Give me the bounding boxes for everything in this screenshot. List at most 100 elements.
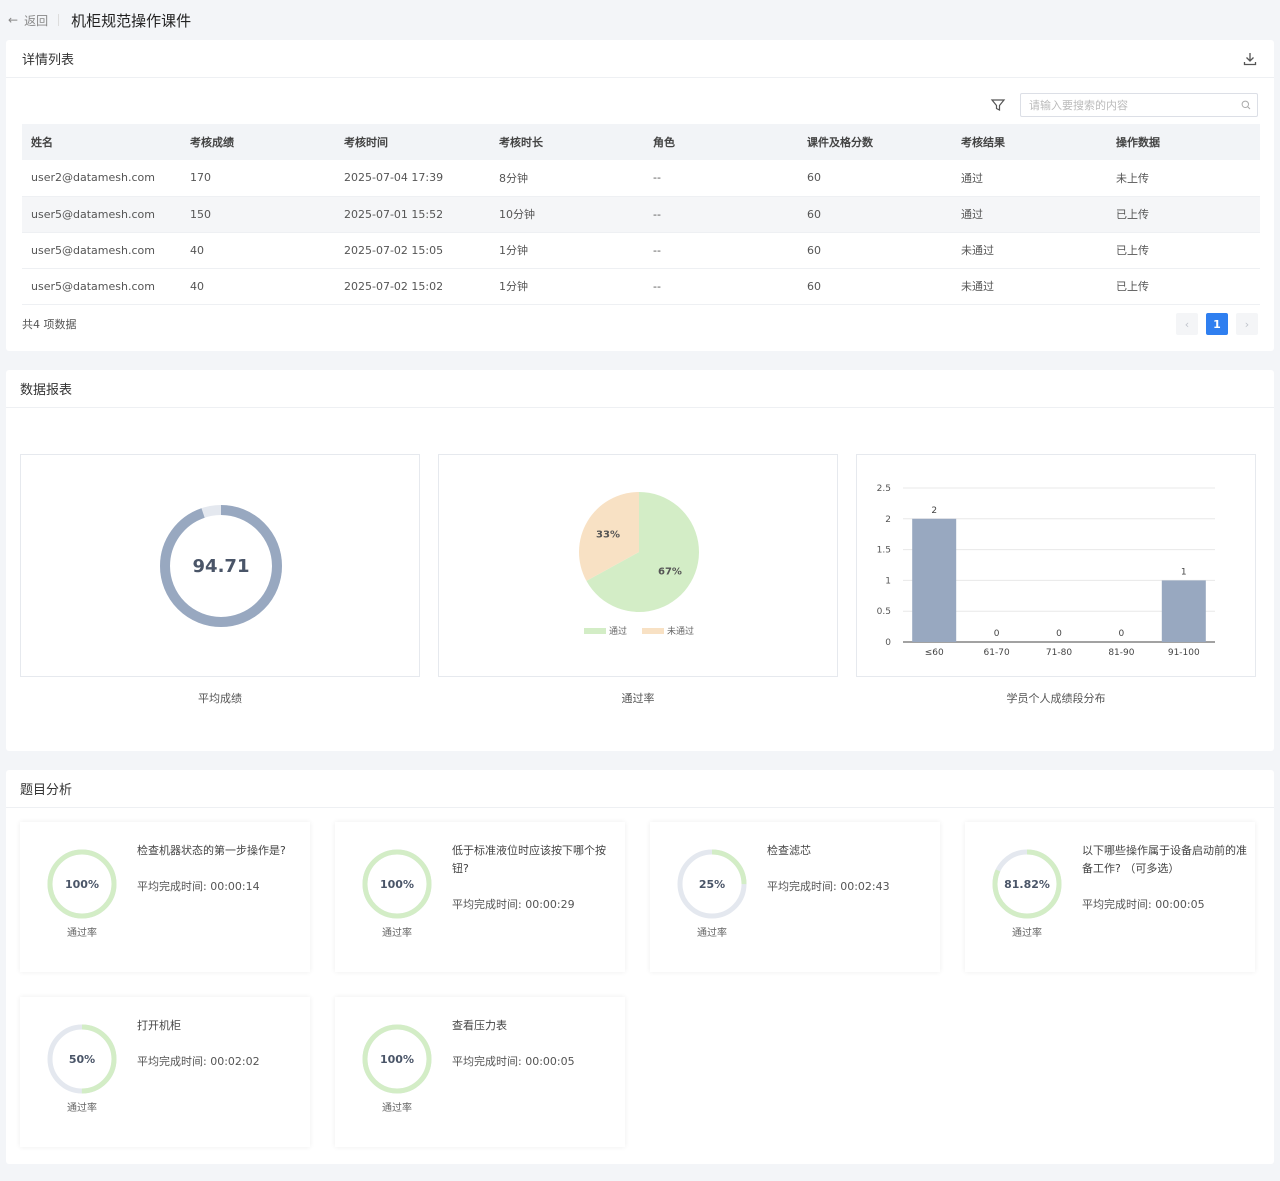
y-tick-label: 0.5 [877, 607, 891, 617]
table-cell: 已上传 [1107, 232, 1260, 269]
bar-value-label: 0 [1119, 629, 1125, 639]
column-header: 考核结果 [952, 124, 1107, 160]
table-cell: 40 [181, 232, 335, 269]
pass-rate-label: 通过率 [697, 928, 727, 939]
pie-label-pass: 67% [658, 566, 682, 577]
table-cell: 170 [181, 160, 335, 197]
table-cell: 40 [181, 268, 335, 305]
table-row[interactable]: user5@datamesh.com 150 2025-07-01 15:52 10分… [22, 196, 1260, 233]
download-icon[interactable] [1242, 51, 1258, 67]
y-tick-label: 1 [885, 576, 891, 586]
pagination: ‹ 1 › [1168, 313, 1258, 335]
search-box [1020, 93, 1258, 117]
y-tick-label: 2.5 [877, 484, 891, 494]
score-distribution-chart: 0 0.5 1 1.5 2 2.5 2 ≤60 0 61-70 0 71-80 0 81-90 1 91-10… [877, 484, 1215, 658]
question-title: 以下哪些操作属于设备启动前的准备工作? （可多选） [1082, 844, 1247, 875]
page-1-button[interactable]: 1 [1206, 313, 1228, 335]
question-title: 检查滤芯 [767, 844, 811, 857]
column-header: 角色 [644, 124, 798, 160]
bar-value-label: 0 [1056, 629, 1062, 639]
table-row[interactable]: user5@datamesh.com 40 2025-07-02 15:02 1分钟 -… [22, 268, 1260, 305]
table-cell: 150 [181, 196, 335, 233]
pass-rate-ring: 81.82% [992, 849, 1062, 919]
question-card[interactable]: 100% 通过率 检查机器状态的第一步操作是? 平均完成时间: 00:00:14 [20, 822, 310, 972]
arrow-left-icon: ← [8, 13, 19, 27]
question-title: 查看压力表 [452, 1019, 507, 1032]
table-cell: user5@datamesh.com [22, 232, 181, 269]
pass-rate-value: 100% [380, 1053, 414, 1066]
avg-completion-time: 平均完成时间: 00:02:43 [767, 880, 890, 893]
score-distribution-panel: 0 0.5 1 1.5 2 2.5 2 ≤60 0 61-70 0 71-80 0 81-90 1 91-10… [856, 454, 1256, 677]
column-header: 考核成绩 [181, 124, 335, 160]
back-button[interactable]: ← 返回 [8, 12, 48, 29]
pie-label-fail: 33% [596, 530, 620, 541]
avg-completion-time: 平均完成时间: 00:00:14 [137, 880, 260, 893]
table-cell: 60 [798, 196, 952, 233]
pass-rate-value: 81.82% [1004, 878, 1050, 891]
pass-rate-ring: 100% [362, 1024, 432, 1094]
table-cell: -- [644, 232, 798, 269]
table-cell: 未通过 [952, 232, 1107, 269]
table-cell: 10分钟 [490, 196, 644, 233]
table-cell: 60 [798, 232, 952, 269]
table-cell: user5@datamesh.com [22, 268, 181, 305]
top-bar: ← 返回 机柜规范操作课件 [0, 0, 1280, 40]
x-tick-label: ≤60 [925, 648, 944, 658]
y-tick-label: 2 [885, 515, 891, 525]
x-tick-label: 71-80 [1046, 648, 1072, 658]
avg-completion-time: 平均完成时间: 00:00:05 [452, 1055, 575, 1068]
pass-rate-label: 通过率 [67, 1103, 97, 1114]
table-cell: 已上传 [1107, 196, 1260, 233]
question-analysis-title: 题目分析 [20, 783, 73, 798]
list-toolbar [990, 93, 1258, 117]
table-cell: 60 [798, 268, 952, 305]
legend-swatch-fail [642, 628, 664, 634]
question-title: 低于标准液位时应该按下哪个按钮? [452, 844, 606, 875]
search-input[interactable] [1029, 98, 1241, 112]
pass-rate-value: 25% [699, 878, 725, 891]
pass-rate-label: 通过率 [67, 928, 97, 939]
table-cell: user2@datamesh.com [22, 160, 181, 197]
table-cell: 未上传 [1107, 160, 1260, 197]
pass-rate-value: 50% [69, 1053, 95, 1066]
legend-label-fail: 未通过 [667, 625, 694, 637]
legend-label-pass: 通过 [609, 625, 627, 637]
divider [58, 14, 60, 26]
table-cell: -- [644, 160, 798, 197]
prev-page-button[interactable]: ‹ [1176, 313, 1198, 335]
question-card[interactable]: 100% 通过率 查看压力表 平均完成时间: 00:00:05 [335, 997, 625, 1147]
bar [1161, 580, 1206, 642]
data-report-header: 数据报表 [6, 370, 1274, 408]
filter-icon[interactable] [990, 97, 1006, 113]
table-cell: 通过 [952, 196, 1107, 233]
table-cell: 2025-07-02 15:05 [335, 232, 490, 269]
detail-list-card: 详情列表 姓名考核成绩考核时间考核时长角色课件及格分数考核结果操作数据 user… [6, 40, 1274, 351]
next-page-button[interactable]: › [1236, 313, 1258, 335]
bar [912, 518, 957, 642]
avg-score-caption: 平均成绩 [198, 692, 242, 705]
table-cell: 已上传 [1107, 268, 1260, 305]
pass-rate-label: 通过率 [382, 928, 412, 939]
table-cell: user5@datamesh.com [22, 196, 181, 233]
column-header: 课件及格分数 [798, 124, 952, 160]
question-card[interactable]: 81.82% 通过率 以下哪些操作属于设备启动前的准备工作? （可多选） 平均完成时间… [965, 822, 1255, 972]
table-cell: 2025-07-02 15:02 [335, 268, 490, 305]
y-tick-label: 1.5 [877, 546, 891, 556]
x-tick-label: 61-70 [984, 648, 1010, 658]
question-card[interactable]: 100% 通过率 低于标准液位时应该按下哪个按钮? 平均完成时间: 00:00:29 [335, 822, 625, 972]
question-card[interactable]: 50% 通过率 打开机柜 平均完成时间: 00:02:02 [20, 997, 310, 1147]
total-count: 共4 项数据 [22, 318, 77, 331]
column-header: 考核时长 [490, 124, 644, 160]
pass-rate-ring: 25% [677, 849, 747, 919]
question-card[interactable]: 25% 通过率 检查滤芯平均完成时间: 00:02:43 [650, 822, 940, 972]
table-cell: 60 [798, 160, 952, 197]
detail-list-header: 详情列表 [6, 40, 1274, 78]
detail-table: 姓名 考核成绩 考核时间 考核时长 角色 课件及格分数 考核结果 操作数据 user2@dat… [22, 124, 1260, 305]
table-row[interactable]: user5@datamesh.com 40 2025-07-02 15:05 1分钟 -… [22, 232, 1260, 269]
table-cell: 通过 [952, 160, 1107, 197]
table-row[interactable]: user2@datamesh.com 170 2025-07-04 17:39 8分钟… [22, 160, 1260, 197]
search-icon[interactable] [1241, 100, 1251, 110]
avg-score-chart: 94.71 [160, 505, 282, 627]
pass-rate-value: 100% [65, 878, 99, 891]
table-header-row: 姓名 考核成绩 考核时间 考核时长 角色 课件及格分数 考核结果 操作数据 [22, 124, 1260, 160]
